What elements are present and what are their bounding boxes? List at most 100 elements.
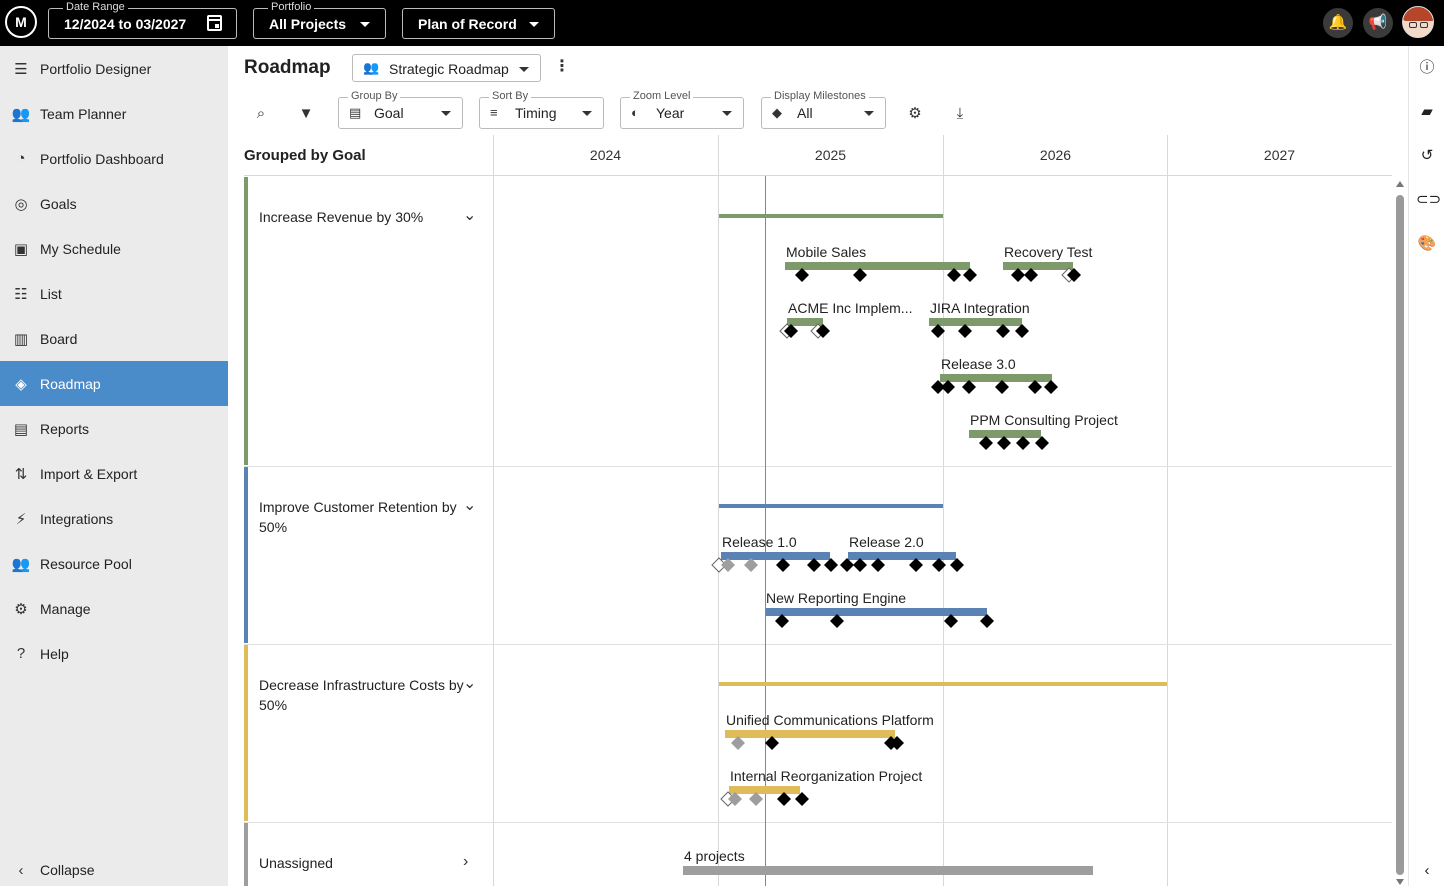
sort-by-select[interactable]: Sort By ≡ Timing	[479, 90, 604, 129]
project-bar[interactable]	[766, 608, 987, 616]
milestone-diamond[interactable]	[777, 792, 791, 806]
project-label[interactable]: Release 3.0	[941, 356, 1016, 372]
project-bar[interactable]	[1003, 262, 1073, 270]
milestone-diamond[interactable]	[807, 558, 821, 572]
milestone-diamond[interactable]	[909, 558, 923, 572]
sidebar-item-list[interactable]: ☷ List	[0, 271, 228, 316]
milestone-diamond[interactable]	[824, 558, 838, 572]
collapse-button[interactable]: ‹ Collapse	[0, 848, 228, 892]
sidebar-item-roadmap[interactable]: ◈ Roadmap	[0, 361, 228, 406]
bell-icon[interactable]: 🔔	[1323, 8, 1353, 38]
milestone-diamond[interactable]	[871, 558, 885, 572]
vertical-scrollbar[interactable]	[1395, 181, 1405, 886]
goal-summary-bar[interactable]	[719, 504, 943, 508]
view-select[interactable]: 👥 Strategic Roadmap	[352, 54, 541, 82]
milestone-diamond[interactable]	[749, 792, 763, 806]
milestone-diamond[interactable]	[776, 558, 790, 572]
milestone-diamond[interactable]	[765, 736, 779, 750]
app-logo[interactable]: M	[5, 6, 37, 38]
project-label[interactable]: ACME Inc Implem...	[788, 300, 912, 316]
goal-summary-bar[interactable]	[719, 214, 943, 218]
milestone-diamond[interactable]	[744, 558, 758, 572]
sidebar-item-portfolio-designer[interactable]: ☰ Portfolio Designer	[0, 46, 228, 91]
milestone-diamond[interactable]	[962, 380, 976, 394]
milestone-diamond[interactable]	[1016, 436, 1030, 450]
milestone-diamond[interactable]	[721, 558, 735, 572]
project-label[interactable]: New Reporting Engine	[766, 590, 906, 606]
sidebar-item-manage[interactable]: ⚙ Manage	[0, 586, 228, 631]
project-label[interactable]: PPM Consulting Project	[970, 412, 1118, 428]
milestone-diamond[interactable]	[963, 268, 977, 282]
project-label[interactable]: Unified Communications Platform	[726, 712, 934, 728]
info-icon[interactable]: ⓘ	[1416, 57, 1438, 79]
milestone-diamond[interactable]	[1035, 436, 1049, 450]
sidebar-item-integrations[interactable]: ⚡ Integrations	[0, 496, 228, 541]
milestone-diamond[interactable]	[853, 268, 867, 282]
milestone-diamond[interactable]	[1015, 324, 1029, 338]
group-by-select[interactable]: Group By ▤ Goal	[338, 90, 463, 129]
milestone-diamond[interactable]	[932, 558, 946, 572]
milestone-diamond[interactable]	[853, 558, 867, 572]
milestone-diamond[interactable]	[958, 324, 972, 338]
project-bar[interactable]	[969, 430, 1041, 438]
avatar[interactable]	[1402, 6, 1434, 38]
unassigned-summary-bar[interactable]	[683, 866, 1093, 875]
milestone-diamond[interactable]	[840, 558, 854, 572]
settings-gear-icon[interactable]: ⚙	[902, 101, 928, 127]
display-milestones-select[interactable]: Display Milestones ◆ All	[761, 90, 886, 129]
milestone-diamond[interactable]	[941, 380, 955, 394]
history-icon[interactable]: ↺	[1416, 145, 1438, 167]
unassigned-count-label[interactable]: 4 projects	[684, 848, 745, 864]
sidebar-item-board[interactable]: ▥ Board	[0, 316, 228, 361]
goal-summary-bar[interactable]	[719, 682, 1167, 686]
milestone-diamond[interactable]	[795, 792, 809, 806]
project-bar[interactable]	[929, 318, 1022, 326]
milestone-diamond[interactable]	[1044, 380, 1058, 394]
milestone-diamond[interactable]	[1011, 268, 1025, 282]
project-bar[interactable]	[785, 262, 970, 270]
zoom-level-select[interactable]: Zoom Level ◐ Year	[620, 90, 744, 129]
portfolio-select[interactable]: Portfolio All Projects	[253, 1, 386, 39]
plan-select[interactable]: Plan of Record	[402, 8, 555, 39]
chevron-left-icon[interactable]: ‹	[1416, 860, 1438, 882]
project-bar[interactable]	[725, 730, 895, 738]
milestone-diamond[interactable]	[997, 436, 1011, 450]
project-label[interactable]: JIRA Integration	[930, 300, 1030, 316]
more-options-icon[interactable]: ⋮	[554, 58, 570, 76]
date-range-field[interactable]: Date Range 12/2024 to 03/2027	[48, 1, 237, 39]
sidebar-item-reports[interactable]: ▤ Reports	[0, 406, 228, 451]
sidebar-item-my-schedule[interactable]: ▣ My Schedule	[0, 226, 228, 271]
project-label[interactable]: Release 1.0	[722, 534, 797, 550]
sidebar-item-help[interactable]: ? Help	[0, 631, 228, 676]
comments-icon[interactable]: ▰	[1416, 101, 1438, 123]
sidebar-item-import-export[interactable]: ⇅ Import & Export	[0, 451, 228, 496]
project-label[interactable]: Release 2.0	[849, 534, 924, 550]
search-icon[interactable]: ⌕	[248, 101, 274, 127]
milestone-diamond[interactable]	[830, 614, 844, 628]
sidebar-item-team-planner[interactable]: 👥 Team Planner	[0, 91, 228, 136]
sidebar-item-portfolio-dashboard[interactable]: ◔ Portfolio Dashboard	[0, 136, 228, 181]
filter-icon[interactable]: ▼	[293, 101, 319, 127]
milestone-diamond[interactable]	[944, 614, 958, 628]
sidebar-item-resource-pool[interactable]: 👥 Resource Pool	[0, 541, 228, 586]
milestone-diamond[interactable]	[950, 558, 964, 572]
milestone-diamond[interactable]	[947, 268, 961, 282]
project-label[interactable]: Mobile Sales	[786, 244, 866, 260]
project-bar[interactable]	[729, 786, 800, 794]
link-icon[interactable]: ⊂⊃	[1416, 189, 1441, 211]
megaphone-icon[interactable]: 📢	[1363, 8, 1393, 38]
project-label[interactable]: Internal Reorganization Project	[730, 768, 922, 784]
milestone-diamond[interactable]	[731, 736, 745, 750]
milestone-diamond[interactable]	[979, 436, 993, 450]
milestone-diamond[interactable]	[980, 614, 994, 628]
project-label[interactable]: Recovery Test	[1004, 244, 1093, 260]
milestone-diamond[interactable]	[996, 324, 1010, 338]
milestone-diamond[interactable]	[931, 324, 945, 338]
calendar-icon[interactable]	[207, 15, 222, 31]
milestone-diamond[interactable]	[795, 268, 809, 282]
download-icon[interactable]: ⤓	[947, 101, 973, 127]
milestone-diamond[interactable]	[1028, 380, 1042, 394]
sidebar-item-goals[interactable]: ◎ Goals	[0, 181, 228, 226]
milestone-diamond[interactable]	[1024, 268, 1038, 282]
palette-icon[interactable]: 🎨	[1416, 233, 1438, 255]
